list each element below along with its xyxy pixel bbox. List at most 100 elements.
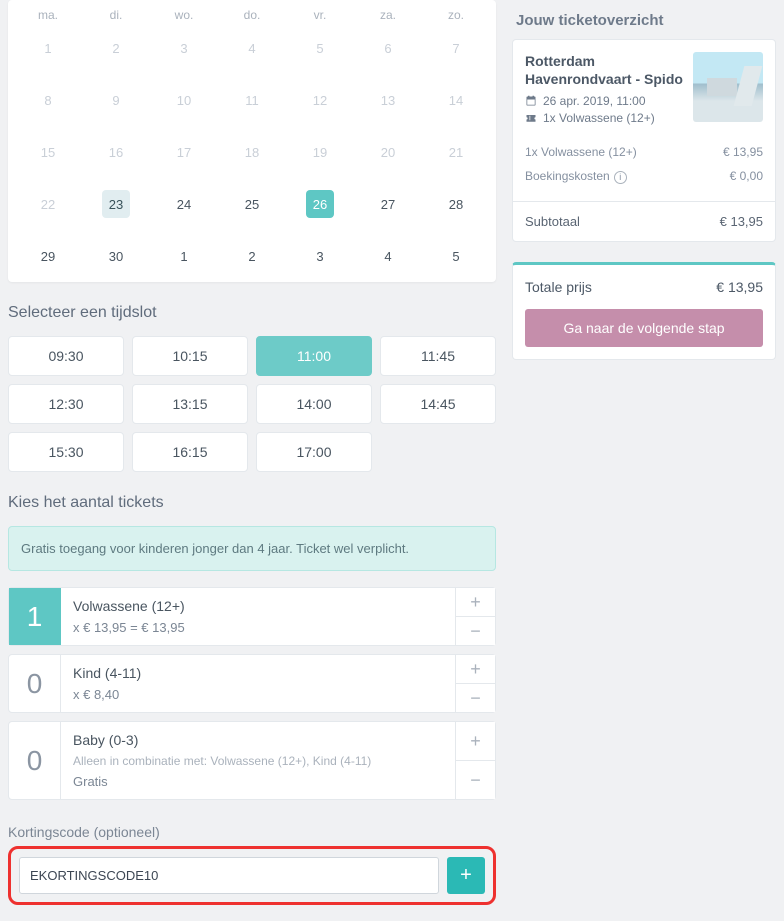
ticket-qty: 1	[9, 588, 61, 645]
calendar-day: 15	[14, 138, 82, 166]
calendar-day: 12	[286, 86, 354, 114]
coupon-input[interactable]	[19, 857, 439, 894]
ticket-name: Volwassene (12+)	[73, 598, 443, 614]
calendar-day[interactable]: 26	[286, 190, 354, 218]
weekday-label: zo.	[422, 0, 490, 34]
summary-date: 26 apr. 2019, 11:00	[525, 94, 683, 108]
summary-line: Boekingskosteni€ 0,00	[525, 164, 763, 189]
ticket-decrement-button[interactable]: −	[455, 761, 495, 799]
calendar-weekdays: ma.di.wo.do.vr.za.zo.	[14, 0, 490, 34]
timeslot[interactable]: 12:30	[8, 384, 124, 424]
calendar-day[interactable]: 29	[14, 242, 82, 270]
calendar-day: 9	[82, 86, 150, 114]
timeslot[interactable]: 11:00	[256, 336, 372, 376]
summary-line: 1x Volwassene (12+)€ 13,95	[525, 140, 763, 164]
coupon-label: Kortingscode (optioneel)	[8, 824, 496, 840]
calendar-day: 2	[82, 34, 150, 62]
timeslot[interactable]: 16:15	[132, 432, 248, 472]
ticket-name: Kind (4-11)	[73, 665, 443, 681]
timeslot[interactable]: 09:30	[8, 336, 124, 376]
total-row: Totale prijs € 13,95	[513, 265, 775, 309]
calendar-day[interactable]: 25	[218, 190, 286, 218]
calendar-day: 3	[150, 34, 218, 62]
summary-subtotal: Subtotaal € 13,95	[513, 201, 775, 241]
timeslot[interactable]: 14:45	[380, 384, 496, 424]
summary-image	[693, 52, 763, 122]
calendar-day: 13	[354, 86, 422, 114]
calendar-day: 21	[422, 138, 490, 166]
calendar-day: 17	[150, 138, 218, 166]
weekday-label: wo.	[150, 0, 218, 34]
ticket-price: Gratis	[73, 774, 443, 789]
summary-card: Rotterdam Havenrondvaart - Spido 26 apr.…	[512, 39, 776, 242]
calendar-day: 7	[422, 34, 490, 62]
calendar-day: 14	[422, 86, 490, 114]
calendar-day: 4	[218, 34, 286, 62]
weekday-label: za.	[354, 0, 422, 34]
summary-heading: Jouw ticketoverzicht	[512, 0, 776, 39]
timeslot[interactable]: 17:00	[256, 432, 372, 472]
timeslot[interactable]: 14:00	[256, 384, 372, 424]
calendar-day[interactable]: 2	[218, 242, 286, 270]
summary-title: Rotterdam Havenrondvaart - Spido	[525, 52, 683, 88]
ticket-decrement-button[interactable]: −	[455, 684, 495, 712]
calendar-day: 10	[150, 86, 218, 114]
total-card: Totale prijs € 13,95 Ga naar de volgende…	[512, 262, 776, 360]
calendar-day[interactable]: 1	[150, 242, 218, 270]
calendar-day[interactable]: 28	[422, 190, 490, 218]
ticket-qty: 0	[9, 722, 61, 799]
coupon-highlight-box: +	[8, 846, 496, 905]
ticket-increment-button[interactable]: +	[455, 588, 495, 617]
ticket-row: 0 Baby (0-3) Alleen in combinatie met: Vol…	[8, 721, 496, 800]
calendar-day[interactable]: 4	[354, 242, 422, 270]
ticket-price: x € 8,40	[73, 687, 443, 702]
weekday-label: di.	[82, 0, 150, 34]
info-banner: Gratis toegang voor kinderen jonger dan …	[8, 526, 496, 571]
calendar-icon	[525, 95, 537, 107]
calendar-day: 22	[14, 190, 82, 218]
calendar-day: 18	[218, 138, 286, 166]
ticket-row: 0 Kind (4-11) x € 8,40 +−	[8, 654, 496, 713]
info-icon[interactable]: i	[614, 171, 627, 184]
ticket-sub: Alleen in combinatie met: Volwassene (12…	[73, 754, 443, 768]
weekday-label: ma.	[14, 0, 82, 34]
calendar-days: 1234567891011121314151617181920212223242…	[14, 34, 490, 270]
timeslot-heading: Selecteer een tijdslot	[8, 304, 496, 322]
calendar-day[interactable]: 3	[286, 242, 354, 270]
ticket-name: Baby (0-3)	[73, 732, 443, 748]
ticket-icon	[525, 112, 537, 124]
calendar-day[interactable]: 23	[82, 190, 150, 218]
timeslot-grid: 09:3010:1511:0011:45 12:3013:1514:0014:45…	[8, 336, 496, 472]
next-step-button[interactable]: Ga naar de volgende stap	[525, 309, 763, 347]
calendar-day[interactable]: 30	[82, 242, 150, 270]
calendar-day: 6	[354, 34, 422, 62]
ticket-decrement-button[interactable]: −	[455, 617, 495, 645]
calendar-day: 20	[354, 138, 422, 166]
tickets-heading: Kies het aantal tickets	[8, 494, 496, 512]
weekday-label: do.	[218, 0, 286, 34]
calendar-day[interactable]: 24	[150, 190, 218, 218]
calendar-day: 19	[286, 138, 354, 166]
calendar-day: 16	[82, 138, 150, 166]
calendar-day: 8	[14, 86, 82, 114]
calendar-day: 11	[218, 86, 286, 114]
summary-pricing: 1x Volwassene (12+)€ 13,95Boekingskosten…	[513, 140, 775, 201]
ticket-increment-button[interactable]: +	[455, 722, 495, 761]
calendar: ma.di.wo.do.vr.za.zo. 123456789101112131…	[8, 0, 496, 282]
calendar-day[interactable]: 27	[354, 190, 422, 218]
ticket-list: 1Volwassene (12+)x € 13,95 = € 13,95+−0K…	[8, 587, 496, 800]
calendar-day: 5	[286, 34, 354, 62]
ticket-row: 1Volwassene (12+)x € 13,95 = € 13,95+−	[8, 587, 496, 646]
coupon-apply-button[interactable]: +	[447, 857, 485, 894]
timeslot[interactable]: 15:30	[8, 432, 124, 472]
ticket-increment-button[interactable]: +	[455, 655, 495, 684]
timeslot[interactable]: 11:45	[380, 336, 496, 376]
timeslot[interactable]: 13:15	[132, 384, 248, 424]
summary-pax: 1x Volwassene (12+)	[525, 111, 683, 125]
calendar-day[interactable]: 5	[422, 242, 490, 270]
plus-icon: +	[460, 864, 472, 886]
weekday-label: vr.	[286, 0, 354, 34]
calendar-day: 1	[14, 34, 82, 62]
ticket-qty: 0	[9, 655, 61, 712]
timeslot[interactable]: 10:15	[132, 336, 248, 376]
